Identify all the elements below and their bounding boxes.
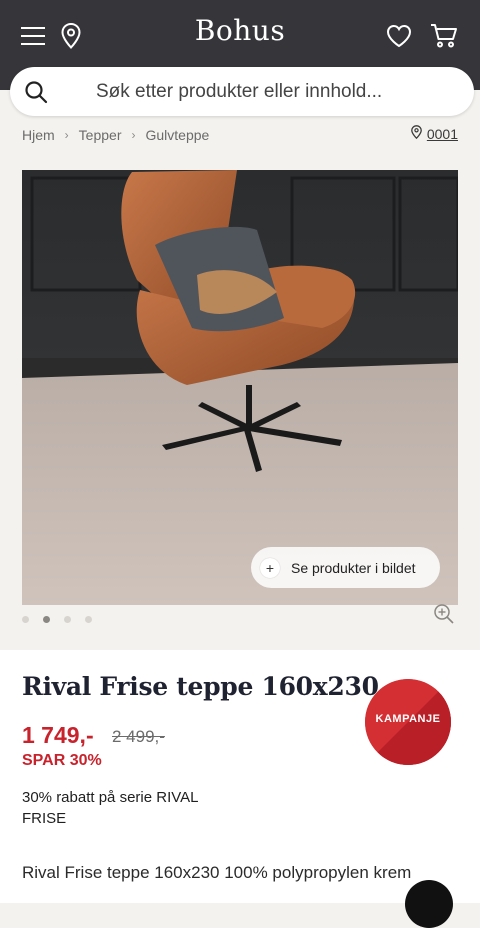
product-description: Rival Frise teppe 160x230 100% polypropy… xyxy=(22,863,412,882)
discount-label: SPAR 30% xyxy=(22,752,102,769)
breadcrumb-item-floor-rug[interactable]: Gulvteppe xyxy=(145,127,209,143)
store-selector[interactable]: 0001 xyxy=(410,125,458,142)
product-image[interactable] xyxy=(22,170,458,605)
search-input[interactable] xyxy=(96,67,456,116)
badge-label: KAMPANJE xyxy=(375,713,441,725)
breadcrumb-item-rugs[interactable]: Tepper xyxy=(79,127,122,143)
shopping-cart-icon[interactable] xyxy=(430,22,458,50)
map-pin-icon xyxy=(410,125,422,142)
product-title: Rival Frise teppe 160x230 xyxy=(22,672,379,701)
gallery-pagination xyxy=(22,616,106,623)
breadcrumb: Hjem › Tepper › Gulvteppe xyxy=(22,126,209,144)
chat-button[interactable] xyxy=(405,880,453,928)
heart-icon[interactable] xyxy=(385,22,413,50)
breadcrumb-item-home[interactable]: Hjem xyxy=(22,127,55,143)
chevron-right-icon: › xyxy=(64,128,69,142)
search-icon[interactable] xyxy=(24,80,48,104)
gallery-dot[interactable] xyxy=(64,616,71,623)
search-bar[interactable] xyxy=(10,67,474,116)
chevron-right-icon: › xyxy=(131,128,136,142)
original-price: 2 499,- xyxy=(112,727,165,746)
plus-icon: + xyxy=(260,557,280,578)
see-products-in-image-button[interactable]: + Se produkter i bildet xyxy=(251,547,440,588)
campaign-badge: KAMPANJE xyxy=(365,679,451,765)
campaign-description: 30% rabatt på serie RIVAL FRISE xyxy=(22,789,198,827)
gallery-dot[interactable] xyxy=(85,616,92,623)
see-products-label: Se produkter i bildet xyxy=(291,559,416,576)
gallery-dot-active[interactable] xyxy=(43,616,50,623)
gallery-dot[interactable] xyxy=(22,616,29,623)
current-price: 1 749,- xyxy=(22,722,94,748)
store-code[interactable]: 0001 xyxy=(427,126,458,142)
zoom-in-icon[interactable] xyxy=(433,603,455,625)
